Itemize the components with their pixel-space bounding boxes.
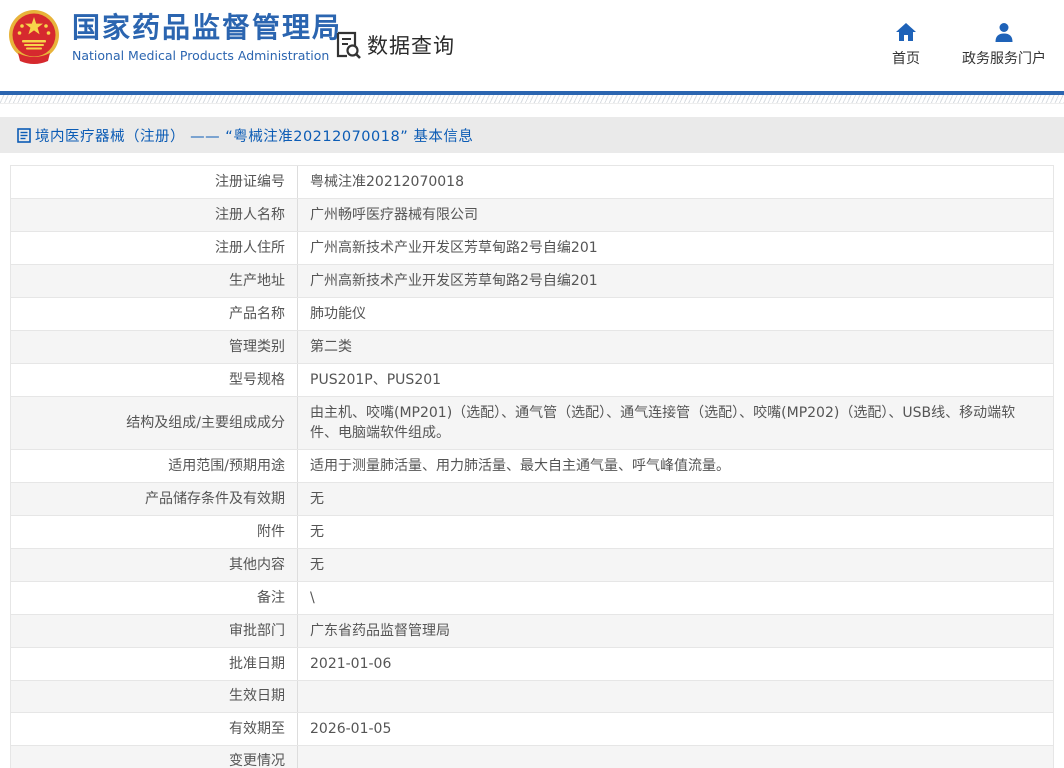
page-header: 国家药品监督管理局 National Medical Products Admi… xyxy=(0,0,1064,91)
data-query-section[interactable]: 数据查询 xyxy=(335,30,455,60)
table-row: 注册证编号 粤械注准20212070018 xyxy=(11,166,1053,199)
row-value: 广州高新技术产业开发区芳草甸路2号自编201 xyxy=(310,240,598,256)
row-label: 其他内容 xyxy=(11,549,298,581)
row-label: 备注 xyxy=(11,582,298,614)
row-value: 无 xyxy=(310,491,324,507)
row-label: 型号规格 xyxy=(11,364,298,396)
row-label-text: 结构及组成/主要组成成分 xyxy=(126,414,285,431)
row-label: 有效期至 xyxy=(11,713,298,745)
row-label: 结构及组成/主要组成成分 xyxy=(11,397,298,449)
hatched-strip xyxy=(0,95,1064,104)
row-value: 粤械注准20212070018 xyxy=(310,174,464,190)
row-value: 广东省药品监督管理局 xyxy=(310,623,450,639)
row-label: 产品名称 xyxy=(11,298,298,330)
data-query-label: 数据查询 xyxy=(367,34,455,58)
row-value: 适用于测量肺活量、用力肺活量、最大自主通气量、呼气峰值流量。 xyxy=(310,458,730,474)
row-label: 产品储存条件及有效期 xyxy=(11,483,298,515)
row-label: 批准日期 xyxy=(11,648,298,680)
national-emblem-icon xyxy=(9,10,59,64)
table-row: 批准日期 2021-01-06 xyxy=(11,648,1053,681)
document-list-icon xyxy=(17,127,31,143)
table-row: 审批部门 广东省药品监督管理局 xyxy=(11,615,1053,648)
row-value: 2026-01-05 xyxy=(310,721,392,737)
row-label-text: 产品名称 xyxy=(229,305,285,322)
row-label-text: 型号规格 xyxy=(229,371,285,388)
person-icon xyxy=(995,23,1013,42)
row-label: 注册人住所 xyxy=(11,232,298,264)
row-label-text: 其他内容 xyxy=(229,556,285,573)
row-value: 肺功能仪 xyxy=(310,306,366,322)
row-label: 注册人名称 xyxy=(11,199,298,231)
row-label-text: 审批部门 xyxy=(229,622,285,639)
row-label-text: 注册人住所 xyxy=(215,239,285,256)
row-value: \ xyxy=(310,590,315,606)
table-row: 生效日期 xyxy=(11,681,1053,713)
row-label: 审批部门 xyxy=(11,615,298,647)
nav-home-label: 首页 xyxy=(892,51,920,67)
table-row: 注册人名称 广州畅呼医疗器械有限公司 xyxy=(11,199,1053,232)
row-value: 无 xyxy=(310,524,324,540)
table-row: 有效期至 2026-01-05 xyxy=(11,713,1053,746)
row-value: PUS201P、PUS201 xyxy=(310,372,442,388)
row-label-text: 生效日期 xyxy=(229,688,285,704)
table-row: 生产地址 广州高新技术产业开发区芳草甸路2号自编201 xyxy=(11,265,1053,298)
nmpa-logo-block[interactable]: 国家药品监督管理局 National Medical Products Admi… xyxy=(8,9,342,65)
breadcrumb-text: 境内医疗器械（注册） —— “粤械注准20212070018” 基本信息 xyxy=(35,128,474,145)
table-row: 产品储存条件及有效期 无 xyxy=(11,483,1053,516)
table-row: 注册人住所 广州高新技术产业开发区芳草甸路2号自编201 xyxy=(11,232,1053,265)
home-icon xyxy=(896,23,916,41)
nav-home[interactable]: 首页 xyxy=(892,22,920,68)
row-label: 附件 xyxy=(11,516,298,548)
row-label-text: 注册证编号 xyxy=(215,173,285,190)
table-row: 变更情况 xyxy=(11,746,1053,768)
row-label: 生产地址 xyxy=(11,265,298,297)
info-table: 注册证编号 粤械注准20212070018 注册人名称 广州畅呼医疗器械有限公司 注册人… xyxy=(10,165,1054,768)
row-value: 广州高新技术产业开发区芳草甸路2号自编201 xyxy=(310,273,598,289)
row-value: 无 xyxy=(310,557,324,573)
top-navigation: 首页 政务服务门户 xyxy=(892,22,1046,68)
row-label: 注册证编号 xyxy=(11,166,298,198)
row-label: 生效日期 xyxy=(11,681,298,712)
table-row: 其他内容 无 xyxy=(11,549,1053,582)
row-label-text: 备注 xyxy=(257,589,285,606)
nav-gov-portal[interactable]: 政务服务门户 xyxy=(962,22,1046,68)
row-value: 广州畅呼医疗器械有限公司 xyxy=(310,207,478,223)
row-label: 变更情况 xyxy=(11,746,298,768)
row-value xyxy=(298,746,1053,768)
row-value xyxy=(298,681,1053,712)
row-label-text: 生产地址 xyxy=(229,272,285,289)
row-label-text: 产品储存条件及有效期 xyxy=(145,490,285,507)
row-label-text: 注册人名称 xyxy=(215,206,285,223)
row-label-text: 有效期至 xyxy=(229,720,285,737)
table-row: 适用范围/预期用途 适用于测量肺活量、用力肺活量、最大自主通气量、呼气峰值流量。 xyxy=(11,450,1053,483)
row-label-text: 批准日期 xyxy=(229,655,285,672)
row-value: 由主机、咬嘴(MP201)（选配）、通气管（选配）、通气连接管（选配）、咬嘴(M… xyxy=(310,405,1016,441)
row-label-text: 附件 xyxy=(257,523,285,540)
row-value: 2021-01-06 xyxy=(310,656,392,672)
row-label: 管理类别 xyxy=(11,331,298,363)
site-title-en: National Medical Products Administration xyxy=(72,48,330,63)
row-label-text: 管理类别 xyxy=(229,338,285,355)
row-label-text: 变更情况 xyxy=(229,753,285,768)
table-row: 附件 无 xyxy=(11,516,1053,549)
table-row: 型号规格 PUS201P、PUS201 xyxy=(11,364,1053,397)
row-label: 适用范围/预期用途 xyxy=(11,450,298,482)
nav-gov-portal-label: 政务服务门户 xyxy=(962,51,1046,67)
site-title-cn: 国家药品监督管理局 xyxy=(72,11,343,44)
table-row: 管理类别 第二类 xyxy=(11,331,1053,364)
breadcrumb: 境内医疗器械（注册） —— “粤械注准20212070018” 基本信息 xyxy=(0,117,1064,153)
row-label-text: 适用范围/预期用途 xyxy=(168,457,285,474)
table-row: 备注 \ xyxy=(11,582,1053,615)
table-row: 产品名称 肺功能仪 xyxy=(11,298,1053,331)
table-row: 结构及组成/主要组成成分 由主机、咬嘴(MP201)（选配）、通气管（选配）、通气… xyxy=(11,397,1053,450)
document-search-icon xyxy=(336,31,361,59)
row-value: 第二类 xyxy=(310,339,352,355)
